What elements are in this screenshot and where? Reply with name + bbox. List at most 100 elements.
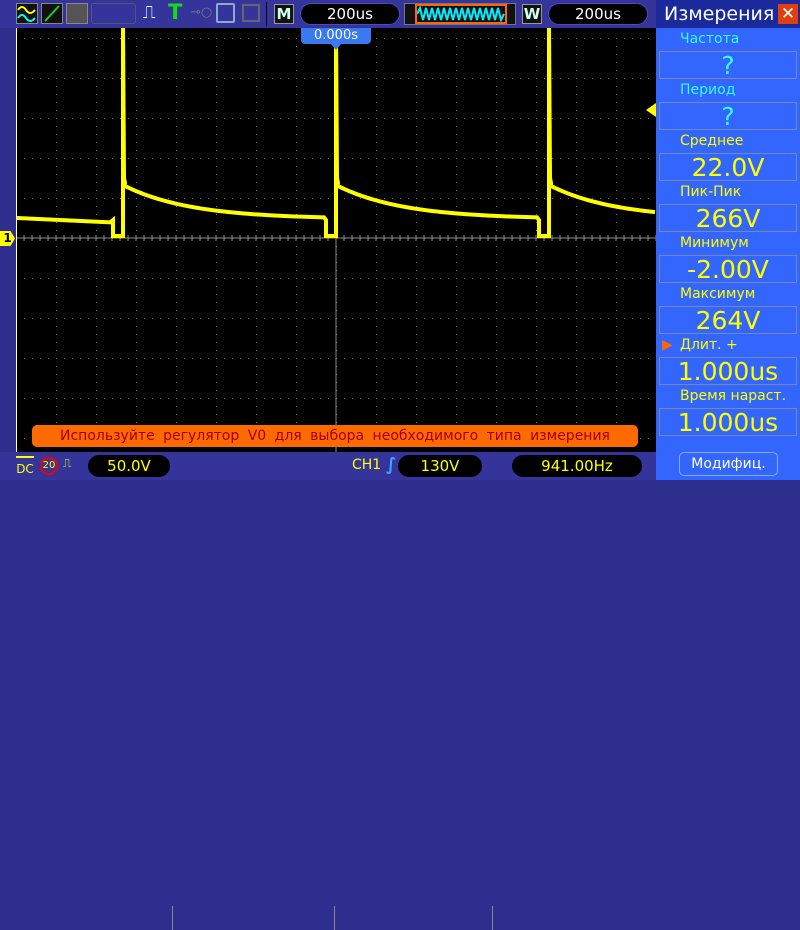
grid-dot [136,126,137,127]
measurement-label[interactable]: Частота [656,28,800,51]
grid-dot [440,38,441,39]
grid-dot [632,398,633,399]
measurement-value[interactable]: -2.00V [659,255,797,283]
xy-mode-icon[interactable] [41,3,63,24]
grid-dot [624,278,625,279]
trigger-level-marker[interactable] [646,103,656,117]
grid-dot [592,78,593,79]
grid-dot [256,302,257,303]
measurement-label[interactable]: Максимум [656,283,800,306]
grid-dot [384,158,385,159]
grid-dot [88,358,89,359]
printer-icon[interactable] [242,4,260,22]
pulse-icon[interactable]: ⎍ [143,2,156,23]
close-button[interactable]: ✕ [778,4,798,24]
grid-dot [552,198,553,199]
measurement-label[interactable]: Среднее [656,130,800,153]
grid-dot [456,78,457,79]
grid-dot [256,54,257,55]
grid-dot [496,302,497,303]
bw-limit-icon[interactable]: 20 [40,457,58,475]
window-timebase-value[interactable]: 200us [548,3,648,25]
grid-dot [152,158,153,159]
grid-dot [416,222,417,223]
grid-dot [504,278,505,279]
grid-dot [136,414,137,415]
grid-dot [520,38,521,39]
grid-dot [536,326,537,327]
modify-button[interactable]: Модифиц. [679,452,778,476]
channel-scale[interactable]: 50.0V [88,455,170,477]
grid-dot [360,78,361,79]
window-timebase-button[interactable]: W [522,4,542,24]
measurement-value[interactable]: ? [659,102,797,130]
coupling-label[interactable]: DC [16,456,34,475]
grid-dot [136,286,137,287]
grid-dot [416,342,417,343]
grid-dot [56,62,57,63]
grid-dot [32,198,33,199]
measurement-label[interactable]: Пик-Пик [656,181,800,204]
grid-dot [216,206,217,207]
grid-dot [56,126,57,127]
trigger-level[interactable]: 130V [398,455,482,477]
persistence-icon[interactable] [66,3,88,24]
grid-dot [296,166,297,167]
trigger-icon[interactable]: T [168,0,182,24]
grid-dot [216,158,217,159]
grid-dot [296,406,297,407]
grid-dot [208,358,209,359]
measurement-value[interactable]: ? [659,51,797,79]
grid-dot [136,62,137,63]
grid-dot [376,174,377,175]
measurement-value[interactable]: 1.000us [659,357,797,385]
grid-dot [424,398,425,399]
grid-dot [120,318,121,319]
grid-dot [136,54,137,55]
grid-dot [344,358,345,359]
grid-dot [456,46,457,47]
grid-dot [416,126,417,127]
waveform-icon[interactable] [16,3,38,24]
grid-dot [312,158,313,159]
measurement-label[interactable]: Период [656,79,800,102]
waveform-display[interactable]: 0.000s [16,27,657,452]
grid-dot [256,414,257,415]
trigger-source[interactable]: CH1 [352,457,381,473]
grid-dot [256,294,257,295]
grid-dot [576,270,577,271]
main-timebase-value[interactable]: 200us [300,3,400,25]
channel1-marker[interactable]: 1 [0,231,15,246]
measurement-value[interactable]: 264V [659,306,797,334]
measurement-value[interactable]: 22.0V [659,153,797,181]
grid-dot [472,398,473,399]
grid-dot [448,398,449,399]
grid-dot [536,94,537,95]
grid-dot [184,318,185,319]
main-timebase-button[interactable]: M [274,4,294,24]
measurement-label[interactable]: Минимум [656,232,800,255]
grid-dot [392,118,393,119]
save-icon[interactable] [216,3,235,23]
measurement-value[interactable]: 1.000us [659,408,797,436]
measurement-label[interactable]: ▶ Длит. + [656,334,800,357]
measurement-value[interactable]: 266V [659,204,797,232]
grid-dot [272,278,273,279]
memory-window[interactable] [404,3,516,25]
grid-dot [464,38,465,39]
trigger-position-marker[interactable] [331,44,341,50]
grid-dot [136,366,137,367]
grid-dot [64,118,65,119]
grid-dot [552,78,553,79]
grid-dot [296,270,297,271]
grid-dot [640,398,641,399]
grid-dot [152,118,153,119]
trigger-position-label[interactable]: 0.000s [301,28,371,44]
grid-dot [536,286,537,287]
grid-dot [120,118,121,119]
grid-dot [56,118,57,119]
measurement-label[interactable]: Время нараст. [656,385,800,408]
grid-dot [256,142,257,143]
grid-dot [624,78,625,79]
grid-dot [184,38,185,39]
